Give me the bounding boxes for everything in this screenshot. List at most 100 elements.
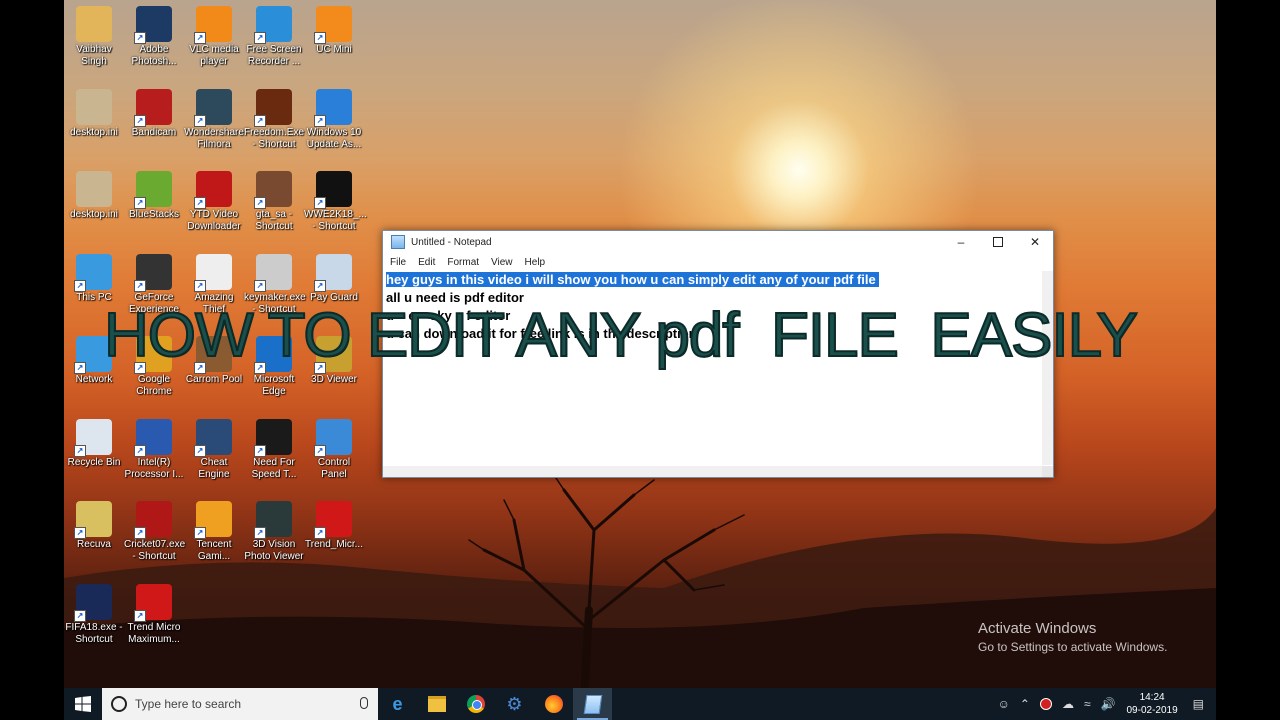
shortcut-arrow-icon: ↗ [134,197,146,209]
shortcut-arrow-icon: ↗ [254,444,266,457]
close-button[interactable]: ✕ [1017,231,1053,253]
notepad-icon [391,235,405,249]
fifa-icon: ↗ [74,583,112,622]
cricket-icon: ↗ [134,501,172,539]
desktop-icon[interactable]: Vaibhav Singh [64,6,124,68]
taskbar-firefox[interactable] [534,688,573,720]
shortcut-arrow-icon: ↗ [74,279,86,292]
desktop-icon[interactable]: ↗ Control Panel [304,418,364,481]
desktop-icon[interactable]: ↗ Cheat Engine [184,418,244,481]
shortcut-arrow-icon: ↗ [134,609,146,622]
desktop-icon[interactable]: ↗ Windows 10 Update As... [304,88,364,151]
horizontal-scrollbar[interactable] [383,466,1042,477]
onedrive-icon[interactable]: ☁ [1062,697,1074,711]
volume-icon[interactable]: 🔊 [1101,697,1116,711]
desktop-icon[interactable]: desktop.ini [64,171,124,221]
desktop-icon[interactable]: ↗ Trend_Micr... [304,501,364,551]
people-icon[interactable]: ☺ [998,697,1010,711]
window-title: Untitled - Notepad [411,236,492,248]
geforce-icon: ↗ [134,253,172,292]
shortcut-arrow-icon: ↗ [254,32,266,44]
close-icon: ✕ [1029,235,1041,249]
search-input[interactable]: Type here to search [135,697,241,711]
desktop-icon-label: VLC media player [189,44,239,67]
desktop-icon[interactable]: ↗ Bandicam [124,88,184,139]
desktop-icon[interactable]: ↗ Freedom.Exe - Shortcut [244,88,304,151]
desktop-icon[interactable]: ↗ VLC media player [184,6,244,68]
microphone-icon[interactable] [360,697,368,709]
desktop-icon[interactable]: ↗ Wondershare Filmora [184,88,244,151]
clock[interactable]: 14:24 09-02-2019 [1127,691,1178,717]
taskbar-file-explorer[interactable] [417,688,456,720]
desktop-icon-label: YTD Video Downloader [187,209,241,232]
wifi-icon[interactable]: ≈ [1084,697,1091,711]
desktop-icon[interactable]: ↗ Adobe Photosh... [124,6,184,68]
start-button[interactable] [64,688,102,720]
desktop-icon[interactable]: ↗ gta_sa - Shortcut [244,171,304,233]
shortcut-arrow-icon: ↗ [134,444,146,457]
desktop-icon[interactable]: ↗ WWE2K18_... - Shortcut [304,171,367,233]
taskbar-cheat-engine[interactable]: ⚙ [495,688,534,720]
taskbar-edge[interactable]: e [378,688,417,720]
desktop-icon[interactable]: ↗ Intel(R) Processor I... [124,418,184,481]
desktop-icon[interactable]: ↗ Pay Guard [304,253,364,304]
taskbar-chrome[interactable] [456,688,495,720]
desktop-icon[interactable]: ↗ BlueStacks [124,171,184,221]
desktop-icon[interactable]: ↗ 3D Vision Photo Viewer [244,501,304,563]
maximize-button[interactable] [980,231,1016,253]
desktop-icon[interactable]: ↗ This PC [64,253,124,304]
menu-file[interactable]: File [390,257,406,268]
desktop-icon-label: Google Chrome [136,374,172,397]
desktop-icon-label: Cheat Engine [198,456,230,480]
amazing-thief-icon: ↗ [194,253,232,292]
recuva-icon: ↗ [74,501,112,539]
keymaker-icon: ↗ [254,253,292,292]
minimize-button[interactable]: – [943,231,979,253]
activate-windows-watermark: Activate Windows Go to Settings to activ… [978,620,1167,654]
desktop-icon-label: Bandicam [131,126,177,138]
system-tray: ☺ ⌃ ☁ ≈ 🔊 14:24 09-02-2019 ▤ [993,688,1216,720]
desktop-icon[interactable]: ↗ Cricket07.exe - Shortcut [124,501,185,563]
chevron-up-icon[interactable]: ⌃ [1020,697,1030,711]
shortcut-arrow-icon: ↗ [194,527,206,539]
desktop: Vaibhav Singh ↗ Adobe Photosh... ↗ VLC media… [64,0,1216,720]
desktop-icon[interactable]: ↗ Free Screen Recorder ... [244,6,304,68]
desktop-icon[interactable]: ↗ Tencent Gami... [184,501,244,563]
user-folder-icon [76,6,112,42]
desktop-icon-label: 3D Viewer [311,374,357,385]
edge-icon: e [392,693,403,714]
desktop-icon-label: gta_sa - Shortcut [255,209,293,232]
desktop-icon-label: Vaibhav Singh [76,44,112,67]
notifications-icon[interactable]: ▤ [1193,697,1204,711]
shortcut-arrow-icon: ↗ [134,114,146,127]
tencent-icon: ↗ [194,501,232,539]
taskbar-notepad[interactable] [573,688,612,720]
cheat-engine-icon: ↗ [194,418,232,457]
minimize-icon: – [957,235,965,249]
menu-view[interactable]: View [491,257,513,268]
menu-format[interactable]: Format [447,257,479,268]
menu-help[interactable]: Help [525,257,546,268]
desktop-icon-label: Adobe Photosh... [131,44,177,67]
desktop-icon[interactable]: ↗ Recuva [64,501,124,551]
desktop-icon[interactable]: ↗ YTD Video Downloader [184,171,244,233]
video-title-overlay: HOW TO EDIT ANY pdf FILE EASILY [103,300,1139,371]
desktop-icon-label: Free Screen Recorder ... [246,44,302,67]
shortcut-arrow-icon: ↗ [194,114,206,127]
desktop-icon[interactable]: ↗ Recycle Bin [64,418,124,469]
ytd-icon: ↗ [194,171,232,209]
desktop-icon[interactable]: ↗ UC Mini [304,6,364,56]
record-icon[interactable] [1039,698,1052,710]
search-box[interactable]: Type here to search [102,688,378,720]
menu-edit[interactable]: Edit [418,257,435,268]
desktop-icon[interactable]: ↗ Need For Speed T... [244,418,304,481]
photoshop-icon: ↗ [134,6,172,44]
ini-file-icon [76,171,112,207]
desktop-icon[interactable]: desktop.ini [64,88,124,139]
resize-grip[interactable] [1042,466,1053,477]
clock-time: 14:24 [1139,692,1165,703]
vlc-icon: ↗ [194,6,232,44]
desktop-icon[interactable]: ↗ Trend Micro Maximum... [124,583,184,646]
desktop-icon[interactable]: ↗ FIFA18.exe - Shortcut [64,583,124,646]
gta-icon: ↗ [254,171,292,209]
